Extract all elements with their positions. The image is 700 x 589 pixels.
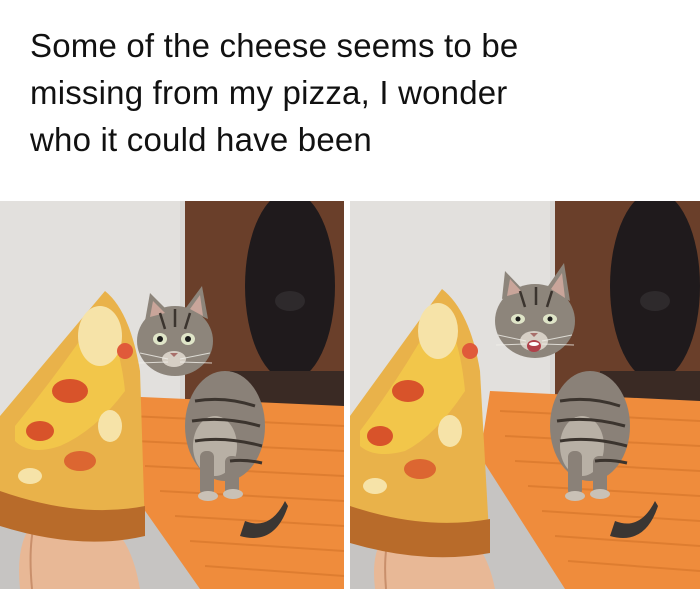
photo-right-illustration — [350, 201, 700, 589]
caption-line-2: missing from my pizza, I wonder — [30, 74, 508, 111]
caption-line-1: Some of the cheese seems to be — [30, 27, 519, 64]
photo-kitten-smiling-at-pizza — [350, 201, 700, 589]
photo-kitten-eyeing-pizza — [0, 201, 344, 589]
caption-line-3: who it could have been — [30, 121, 372, 158]
photo-left-illustration — [0, 201, 344, 589]
meme-caption: Some of the cheese seems to be missing f… — [30, 22, 680, 163]
